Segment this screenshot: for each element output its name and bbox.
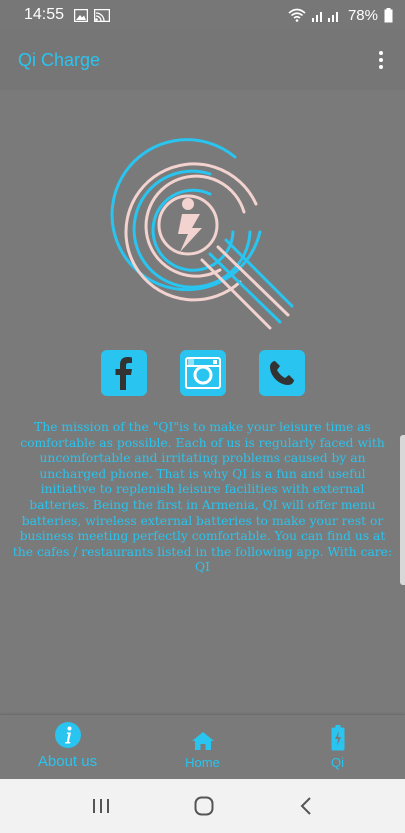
home-icon [191, 732, 214, 750]
system-navigation-bar [0, 779, 405, 833]
battery-percent: 78% [347, 6, 378, 24]
mission-text: The mission of the "QI"is to make your l… [12, 420, 393, 575]
nav-home-label: Home [185, 755, 220, 770]
battery-charge-icon [331, 725, 344, 751]
status-bar: 14:55 78% [0, 0, 405, 30]
phone-button[interactable] [258, 350, 305, 396]
nav-qi-label: Qi [331, 755, 344, 770]
signal-icon [311, 12, 338, 22]
instagram-icon [184, 357, 221, 389]
overflow-menu-icon[interactable] [375, 47, 387, 73]
social-links [0, 350, 405, 396]
battery-icon [384, 7, 393, 22]
facebook-icon [115, 357, 132, 390]
phone-icon [269, 361, 294, 385]
recent-apps-icon[interactable] [92, 798, 110, 814]
instagram-button[interactable] [179, 350, 226, 396]
wifi-icon [288, 8, 306, 22]
facebook-button[interactable] [100, 350, 147, 396]
bottom-navigation: About us Home Qi [0, 715, 405, 779]
back-icon[interactable] [299, 797, 313, 815]
about-content: The mission of the "QI"is to make your l… [0, 90, 405, 715]
nav-home[interactable]: Home [135, 715, 270, 779]
info-icon [54, 722, 81, 748]
scroll-indicator[interactable] [400, 435, 405, 585]
image-notification-icon [74, 8, 89, 22]
app-title: Qi Charge [18, 49, 101, 70]
nav-about-us-label: About us [37, 753, 98, 770]
status-time: 14:55 [24, 6, 65, 23]
qi-logo [110, 138, 294, 330]
nav-about-us[interactable]: About us [0, 715, 135, 779]
home-button-icon[interactable] [194, 796, 214, 816]
app-bar: Qi Charge [0, 30, 405, 90]
cast-icon [94, 8, 111, 22]
nav-qi[interactable]: Qi [270, 715, 405, 779]
